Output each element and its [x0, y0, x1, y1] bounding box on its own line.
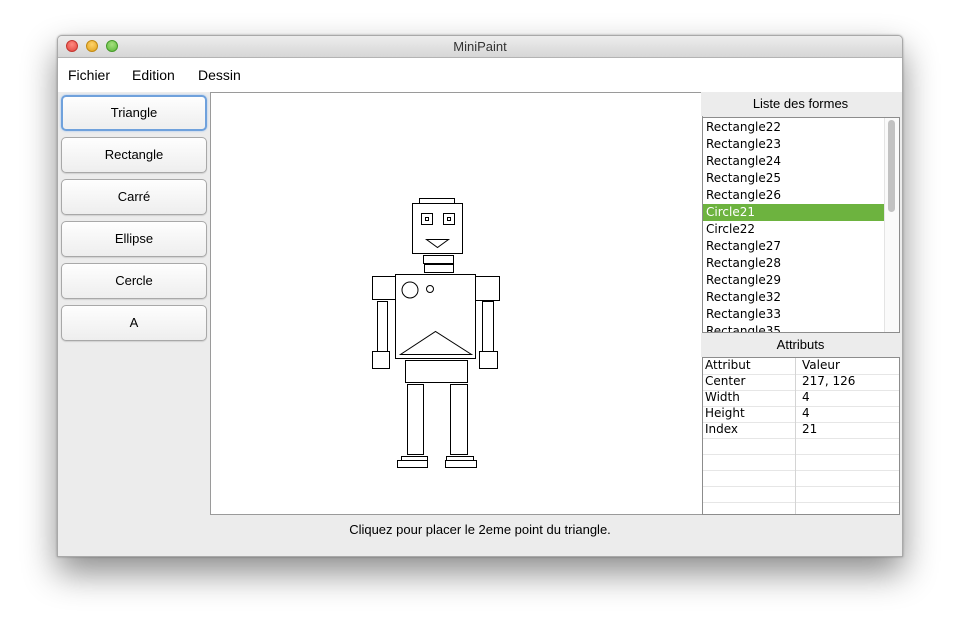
shape-eye-right: [443, 213, 455, 225]
menu-dessin[interactable]: Dessin: [198, 67, 241, 83]
shape-eye-left: [421, 213, 433, 225]
shape-list-scrollbar[interactable]: [884, 118, 899, 332]
shape-list-item[interactable]: Rectangle24: [703, 153, 884, 170]
attribute-value-cell: 21: [802, 422, 818, 436]
table-row[interactable]: [703, 486, 899, 503]
status-bar: Cliquez pour placer le 2eme point du tri…: [349, 522, 611, 537]
menu-fichier[interactable]: Fichier: [68, 67, 110, 83]
attribute-name-cell: Attribut: [703, 358, 796, 374]
attribute-name-cell: [703, 486, 796, 502]
table-row[interactable]: Width 4: [703, 390, 899, 407]
shape-list-item[interactable]: Rectangle29: [703, 272, 884, 289]
shape-hand-left: [372, 351, 390, 369]
attribute-value-cell: 4: [802, 390, 810, 404]
attribute-value-cell: [796, 502, 899, 514]
right-panel: Liste des formes Rectangle22 Rectangle23 R…: [701, 92, 900, 515]
attribute-value-cell: 4: [802, 406, 810, 420]
shape-list-item[interactable]: Rectangle23: [703, 136, 884, 153]
robot-drawing: [372, 198, 500, 468]
shape-list-item[interactable]: Rectangle28: [703, 255, 884, 272]
shape-list-item[interactable]: Rectangle27: [703, 238, 884, 255]
shape-foot-right: [445, 460, 477, 468]
shape-list-item[interactable]: Rectangle26: [703, 187, 884, 204]
shape-hand-right: [479, 351, 498, 369]
shape-arm-right: [482, 301, 494, 352]
shape-foot-top-left: [401, 456, 428, 461]
window-title: MiniPaint: [453, 39, 507, 54]
shape-list-item[interactable]: Rectangle32: [703, 289, 884, 306]
shape-circle-small: [426, 285, 434, 293]
attribute-name-cell: Center: [703, 374, 796, 390]
attribute-value-cell: Valeur: [802, 358, 840, 372]
attribute-value-cell: [796, 454, 899, 470]
drawing-canvas[interactable]: [210, 92, 703, 515]
shape-shoulder-right: [475, 276, 500, 301]
table-row[interactable]: [703, 502, 899, 514]
shape-list-item[interactable]: Rectangle33: [703, 306, 884, 323]
shape-list-item[interactable]: Circle22: [703, 221, 884, 238]
shape-list-item[interactable]: Circle21: [703, 204, 884, 221]
shape-head-top: [419, 198, 455, 204]
table-row[interactable]: [703, 470, 899, 487]
attribute-name-cell: Index: [703, 422, 796, 438]
triangle-button[interactable]: Triangle: [61, 95, 207, 131]
title-bar[interactable]: MiniPaint: [58, 36, 902, 58]
shape-shoulder-left: [372, 276, 396, 300]
square-button[interactable]: Carré: [61, 179, 207, 215]
circle-button[interactable]: Cercle: [61, 263, 207, 299]
attributes-header: Attributs: [701, 333, 900, 357]
shape-list-item[interactable]: Rectangle25: [703, 170, 884, 187]
attribute-value-cell: [796, 470, 899, 486]
shape-list-item[interactable]: Rectangle22: [703, 119, 884, 136]
shape-torso-triangle: [398, 330, 474, 355]
shape-foot-top-right: [446, 456, 474, 461]
attributes-table[interactable]: Attribut Valeur Center 217, 126 Width 4 Height…: [702, 357, 900, 515]
shape-neck-1: [423, 255, 454, 264]
menu-edition[interactable]: Edition: [132, 67, 175, 83]
attribute-name-cell: [703, 454, 796, 470]
table-row[interactable]: [703, 438, 899, 455]
menu-bar: Fichier Edition Dessin: [58, 58, 902, 92]
shape-arm-left: [377, 301, 388, 352]
attribute-value-cell: [796, 486, 899, 502]
shape-head: [412, 203, 463, 254]
shape-pupil-left: [425, 217, 429, 221]
attribute-value-cell: [796, 438, 899, 454]
shape-mouth: [424, 239, 451, 249]
rectangle-button[interactable]: Rectangle: [61, 137, 207, 173]
table-row[interactable]: Center 217, 126: [703, 374, 899, 391]
text-button[interactable]: A: [61, 305, 207, 341]
shape-pupil-right: [447, 217, 451, 221]
attribute-name-cell: [703, 470, 796, 486]
table-header-row: Attribut Valeur: [703, 358, 899, 375]
ellipse-button[interactable]: Ellipse: [61, 221, 207, 257]
attribute-name-cell: [703, 502, 796, 514]
shape-circle-large: [401, 281, 419, 299]
tool-panel: Triangle Rectangle Carré Ellipse Cercle …: [58, 93, 210, 553]
shape-neck-2: [424, 264, 454, 273]
app-window: MiniPaint Fichier Edition Dessin Triangl…: [57, 35, 903, 557]
attribute-value-cell: 217, 126: [802, 374, 856, 388]
attribute-name-cell: [703, 438, 796, 454]
shape-list-header: Liste des formes: [701, 92, 900, 116]
attribute-name-cell: Height: [703, 406, 796, 422]
scrollbar-thumb[interactable]: [888, 120, 895, 212]
table-row[interactable]: Height 4: [703, 406, 899, 423]
table-row[interactable]: [703, 454, 899, 471]
attribute-name-cell: Width: [703, 390, 796, 406]
table-row[interactable]: Index 21: [703, 422, 899, 439]
shape-leg-left: [407, 384, 424, 455]
shape-torso: [395, 274, 476, 359]
shape-list[interactable]: Rectangle22 Rectangle23 Rectangle24 Rectang…: [702, 117, 900, 333]
shape-hips: [405, 360, 468, 383]
shape-list-item[interactable]: Rectangle35: [703, 323, 884, 332]
shape-leg-right: [450, 384, 468, 455]
shape-foot-left: [397, 460, 428, 468]
